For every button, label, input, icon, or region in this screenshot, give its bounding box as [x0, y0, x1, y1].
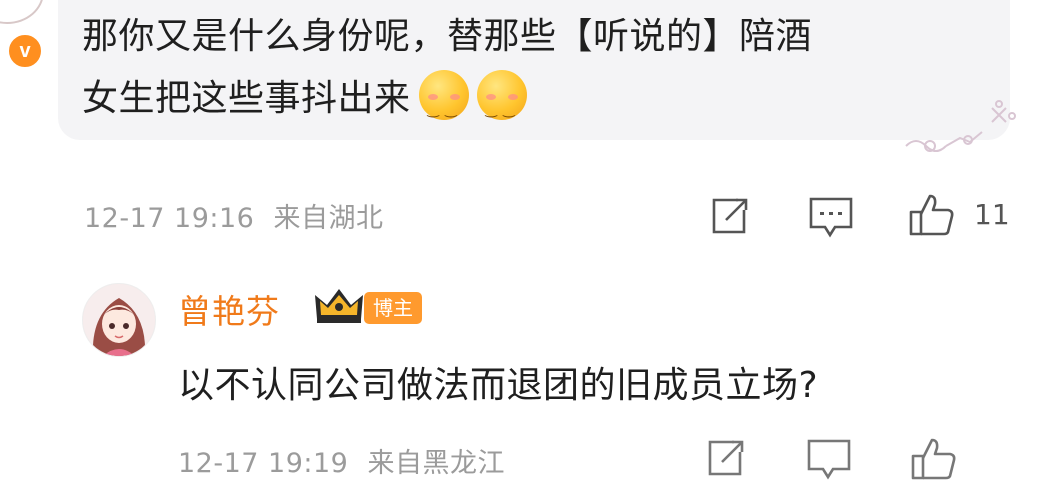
comment-icon[interactable] [806, 438, 852, 482]
like-count: 11 [974, 198, 1010, 231]
reply-username[interactable]: 曾艳芬 [178, 285, 280, 333]
comment-text-line2: 女生把这些事抖出来 [82, 68, 962, 141]
comment-icon[interactable] [808, 196, 854, 240]
share-icon[interactable] [708, 196, 750, 238]
bubble-decoration-icon [905, 100, 1016, 152]
reply-meta: 12-17 19:19 来自黑龙江 [178, 441, 505, 480]
like-icon[interactable] [908, 192, 956, 238]
host-tag: 博主 [364, 292, 422, 324]
verified-badge-icon: v [6, 32, 44, 70]
comment-location: 来自湖北 [273, 203, 384, 234]
comment-meta: 12-17 19:16 来自湖北 [84, 196, 383, 235]
comment-text-line2-body: 女生把这些事抖出来 [82, 78, 411, 119]
anime-girl-avatar-icon [83, 284, 155, 356]
smile-emoji-icon [418, 70, 469, 141]
reply-location: 来自黑龙江 [367, 448, 505, 479]
share-icon[interactable] [704, 438, 746, 480]
reply-timestamp: 12-17 19:19 [178, 448, 349, 479]
like-icon[interactable] [910, 436, 958, 482]
smile-emoji-icon [476, 70, 527, 141]
comment-text: 那你又是什么身份呢，替那些【听说的】陪酒 女生把这些事抖出来 [82, 6, 962, 141]
crown-icon [315, 289, 363, 323]
reply-avatar[interactable] [82, 283, 156, 357]
comment-timestamp: 12-17 19:16 [84, 203, 255, 234]
comment-text-line1: 那你又是什么身份呢，替那些【听说的】陪酒 [82, 16, 813, 57]
reply-text: 以不认同公司做法而退团的旧成员立场? [178, 365, 819, 406]
commenter-avatar[interactable] [0, 0, 44, 24]
